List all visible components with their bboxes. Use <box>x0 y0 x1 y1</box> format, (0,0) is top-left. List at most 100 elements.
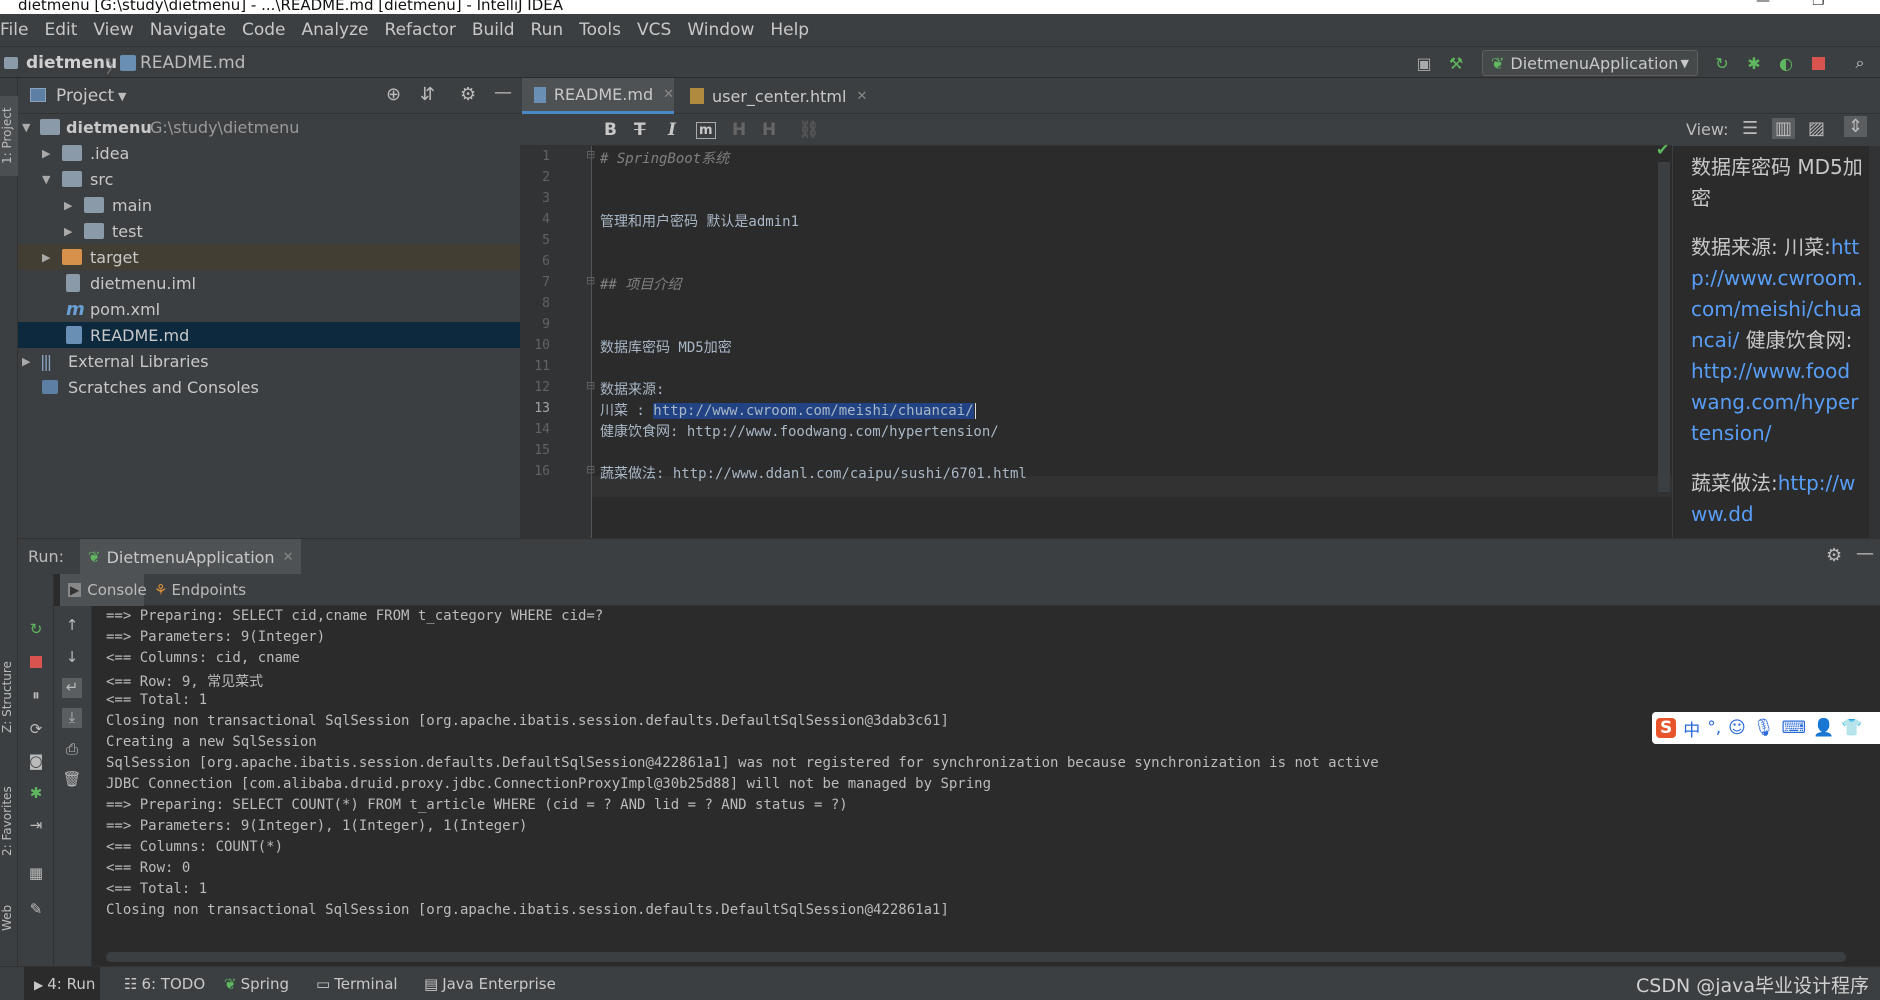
ime-punctuation-icon[interactable]: °, <box>1707 718 1721 738</box>
stop-icon[interactable] <box>26 654 46 674</box>
print-icon[interactable]: ⎙ <box>62 740 82 760</box>
console-horizontal-scrollbar[interactable] <box>106 952 1846 962</box>
tool-tab-run[interactable]: ▶ 4: Run <box>34 975 95 993</box>
editor-only-icon[interactable]: ☰ <box>1742 118 1758 139</box>
code-line-14[interactable]: 健康饮食网: http://www.foodwang.com/hypertens… <box>600 421 999 441</box>
locate-target-icon[interactable]: ⊕ <box>386 84 401 105</box>
run-configuration-select[interactable]: ❦ DietmenuApplication ▼ <box>1482 50 1698 76</box>
preview-link[interactable]: http://www.foodwang.com/hypertension/ <box>1691 359 1859 445</box>
rerun-icon[interactable]: ↻ <box>26 620 46 640</box>
debug-bug-icon[interactable]: ✱ <box>26 784 46 804</box>
tab-user-center-html[interactable]: user_center.html ✕ <box>678 78 878 114</box>
run-coverage-icon[interactable]: ◐ <box>1776 53 1796 73</box>
header-up-button[interactable]: H <box>732 120 746 140</box>
pause-icon[interactable]: ⏸ <box>26 686 46 706</box>
menu-code[interactable]: Code <box>234 20 294 40</box>
tree-item-scratches[interactable]: Scratches and Consoles <box>18 374 520 400</box>
breadcrumb-project[interactable]: dietmenu <box>26 53 117 73</box>
preview-scrollbar[interactable] <box>1869 146 1880 538</box>
code-line-16[interactable]: 蔬菜做法: http://www.ddanl.com/caipu/sushi/6… <box>600 463 1027 483</box>
web-tool-window-tab[interactable]: Web <box>0 898 18 938</box>
tree-item-external-libraries[interactable]: ▶ ||| External Libraries <box>18 348 520 374</box>
project-panel-title[interactable]: Project <box>56 86 114 106</box>
collapsed-arrow-icon[interactable]: ▶ <box>42 147 56 160</box>
tree-item-dietmenu-iml[interactable]: dietmenu.iml <box>18 270 520 296</box>
ime-voice-icon[interactable]: 🎙 <box>1753 718 1775 738</box>
menu-analyze[interactable]: Analyze <box>294 20 377 40</box>
split-view-icon[interactable]: ▥ <box>1772 118 1796 139</box>
strikethrough-button[interactable]: T <box>634 120 646 140</box>
link-icon[interactable]: ⛓ <box>798 120 820 140</box>
tree-item-dietmenu[interactable]: ▼ dietmenu G:\study\dietmenu <box>18 114 520 140</box>
fold-marker-icon[interactable]: ⊟ <box>586 463 595 476</box>
restart-icon[interactable]: ⟳ <box>26 720 46 740</box>
layout-icon[interactable]: ▦ <box>26 864 46 884</box>
expanded-arrow-icon[interactable]: ▼ <box>42 173 56 186</box>
menu-navigate[interactable]: Navigate <box>142 20 234 40</box>
subtab-endpoints[interactable]: ⚘ Endpoints <box>148 574 246 606</box>
bold-button[interactable]: B <box>604 120 617 140</box>
close-icon[interactable]: ✕ <box>856 89 867 104</box>
search-everywhere-icon[interactable]: ⌕ <box>1850 53 1870 73</box>
down-arrow-icon[interactable]: ↓ <box>62 648 82 668</box>
trash-icon[interactable]: 🗑 <box>62 770 82 790</box>
hide-panel-icon[interactable]: — <box>1856 543 1874 564</box>
stop-icon[interactable] <box>1808 53 1828 73</box>
breadcrumb-file[interactable]: README.md <box>140 53 245 73</box>
gear-icon[interactable]: ⚙ <box>1826 545 1842 566</box>
code-line-12[interactable]: 数据来源: <box>600 379 664 399</box>
code-line-1[interactable]: # SpringBoot系统 <box>600 148 729 168</box>
up-arrow-icon[interactable]: ↑ <box>62 616 82 636</box>
code-line-10[interactable]: 数据库密码 MD5加密 <box>600 337 732 357</box>
fold-marker-icon[interactable]: ⊟ <box>586 379 595 392</box>
menu-build[interactable]: Build <box>464 20 523 40</box>
menu-window[interactable]: Window <box>679 20 762 40</box>
italic-button[interactable]: I <box>668 120 676 140</box>
inline-code-button[interactable]: m <box>696 122 716 139</box>
run-tab-dietmenu-application[interactable]: ❦ DietmenuApplication ✕ <box>80 539 302 575</box>
build-hammer-icon[interactable]: ⚒ <box>1446 53 1466 73</box>
fold-marker-icon[interactable]: ⊟ <box>586 274 595 287</box>
collapsed-arrow-icon[interactable]: ▶ <box>42 251 56 264</box>
ime-emoji-icon[interactable]: ☺ <box>1728 718 1746 738</box>
structure-tool-window-tab[interactable]: Z: Structure <box>0 652 18 742</box>
tree-item-src[interactable]: ▼ src <box>18 166 520 192</box>
project-tool-window-tab[interactable]: 1: Project <box>0 96 18 176</box>
pin-icon[interactable]: ✎ <box>26 900 46 920</box>
collapsed-arrow-icon[interactable]: ▶ <box>22 355 36 368</box>
sync-scroll-icon[interactable]: ⇕ <box>1844 116 1868 137</box>
menu-help[interactable]: Help <box>762 20 817 40</box>
ime-skin-icon[interactable]: 👕 <box>1841 718 1862 738</box>
tool-tab-spring[interactable]: ❦ Spring <box>224 975 289 993</box>
minimize-icon[interactable]: — <box>1756 0 1770 8</box>
tree-item-pom-xml[interactable]: m pom.xml <box>18 296 520 322</box>
menu-file[interactable]: File <box>0 20 36 40</box>
soft-wrap-icon[interactable]: ↵ <box>62 678 82 698</box>
rerun-icon[interactable]: ↻ <box>1712 53 1732 73</box>
chevron-down-icon[interactable]: ▼ <box>118 90 126 103</box>
ime-keyboard-icon[interactable]: ⌨ <box>1781 718 1806 738</box>
tab-readme-md[interactable]: README.md ✕ <box>522 78 674 114</box>
collapsed-arrow-icon[interactable]: ▶ <box>64 225 78 238</box>
menu-tools[interactable]: Tools <box>571 20 629 40</box>
tool-tab-todo[interactable]: ☷ 6: TODO <box>124 975 205 993</box>
hide-panel-icon[interactable]: — <box>494 82 512 103</box>
expanded-arrow-icon[interactable]: ▼ <box>22 121 36 134</box>
menu-edit[interactable]: Edit <box>36 20 85 40</box>
close-icon[interactable]: ✕ <box>663 87 674 102</box>
tree-item-main[interactable]: ▶ main <box>18 192 520 218</box>
code-line-13[interactable]: 川菜 : http://www.cwroom.com/meishi/chuanc… <box>600 400 976 420</box>
editor-scrollbar[interactable] <box>1658 162 1670 492</box>
tool-tab-terminal[interactable]: ▭ Terminal <box>316 975 398 993</box>
code-line-7[interactable]: ## 项目介绍 <box>600 274 681 294</box>
ime-user-icon[interactable]: 👤 <box>1813 718 1834 738</box>
preview-only-icon[interactable]: ▨ <box>1808 118 1825 139</box>
exit-icon[interactable]: ⇥ <box>26 816 46 836</box>
fold-marker-icon[interactable]: ⊟ <box>586 148 595 161</box>
subtab-console[interactable]: ▶ Console <box>60 574 147 606</box>
maximize-icon[interactable]: ❐ <box>1812 0 1825 8</box>
tree-item-readme-md[interactable]: README.md <box>18 322 520 348</box>
menu-view[interactable]: View <box>85 20 141 40</box>
favorites-tool-window-tab[interactable]: 2: Favorites <box>0 778 18 864</box>
collapse-all-icon[interactable]: ⇵ <box>420 84 435 105</box>
